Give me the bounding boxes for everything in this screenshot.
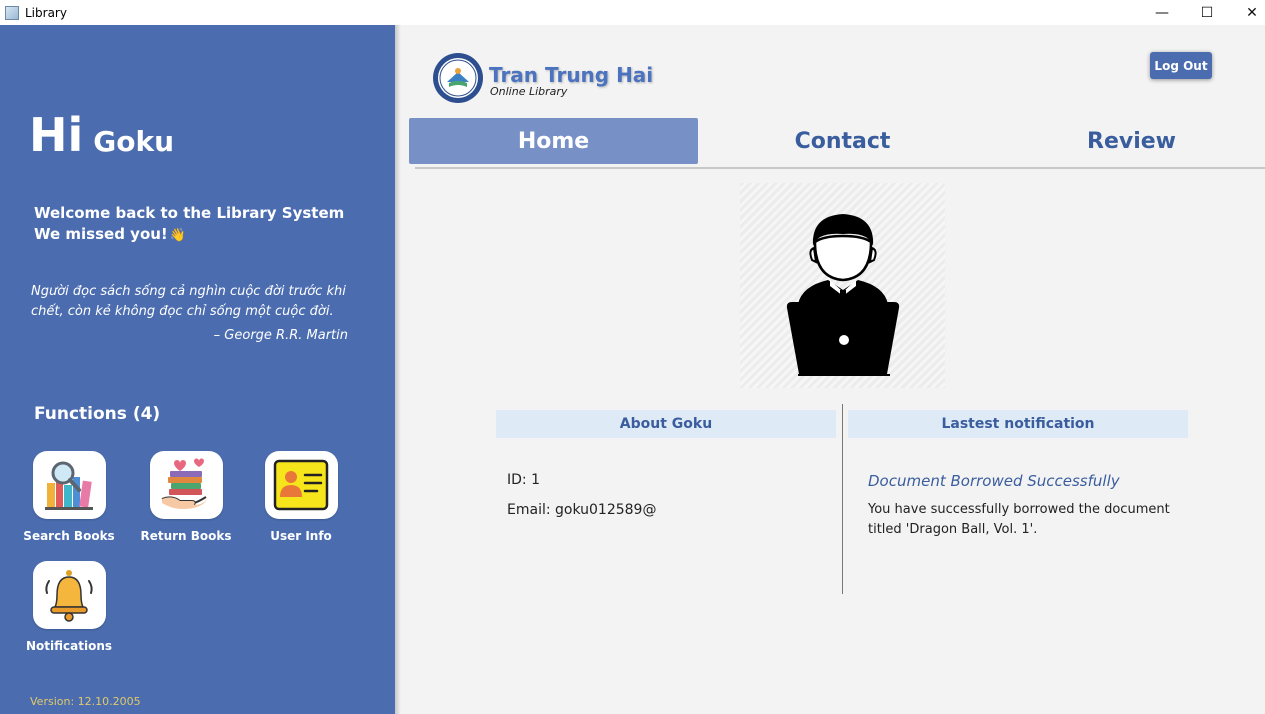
- close-button[interactable]: ✕: [1229, 0, 1265, 25]
- tab-contact[interactable]: Contact: [698, 118, 987, 164]
- function-search-books[interactable]: Search Books: [14, 451, 124, 543]
- version-label: Version: 12.10.2005: [30, 695, 141, 708]
- welcome-line-1: Welcome back to the Library System: [34, 204, 345, 222]
- return-books-label: Return Books: [140, 529, 232, 543]
- app-icon: [5, 5, 19, 20]
- user-avatar: [740, 183, 945, 388]
- brand-subtitle: Online Library: [490, 85, 568, 98]
- quote-text: Người đọc sách sống cả nghìn cuộc đời tr…: [31, 284, 346, 319]
- user-info-icon: [273, 459, 329, 511]
- welcome-message: Welcome back to the Library System We mi…: [34, 203, 344, 246]
- logout-button[interactable]: Log Out: [1150, 52, 1212, 79]
- function-user-info[interactable]: User Info: [246, 451, 356, 543]
- brand-name: Tran Trung Hai: [489, 63, 654, 87]
- greeting: Hi Goku: [29, 108, 174, 162]
- main-content: Tran Trung Hai Online Library Log Out Ho…: [395, 25, 1265, 714]
- notification-panel-title: Lastest notification: [848, 410, 1188, 438]
- user-info-tile[interactable]: [264, 451, 338, 519]
- welcome-line-2-text: We missed you!: [34, 225, 168, 243]
- minimize-button[interactable]: —: [1139, 0, 1185, 25]
- return-books-tile[interactable]: [149, 451, 223, 519]
- tab-review[interactable]: Review: [987, 118, 1265, 164]
- return-books-icon: [161, 458, 208, 509]
- notifications-label: Notifications: [25, 639, 113, 653]
- notification-subject: Document Borrowed Successfully: [868, 472, 1120, 490]
- search-books-tile[interactable]: [32, 451, 106, 519]
- maximize-button[interactable]: ☐: [1184, 0, 1230, 25]
- wave-icon: 👋: [169, 228, 186, 243]
- library-logo: [433, 53, 483, 103]
- bell-icon: [45, 570, 93, 622]
- greeting-hi: Hi: [29, 108, 84, 162]
- app-window: Library — ☐ ✕ Hi Goku Welcome back to th…: [0, 0, 1265, 714]
- search-books-icon: [45, 461, 93, 510]
- panel-divider: [842, 404, 843, 594]
- user-email: Email: goku012589@: [507, 502, 657, 518]
- greeting-user-name: Goku: [93, 125, 175, 158]
- user-at-laptop-icon: [786, 213, 899, 376]
- user-id: ID: 1: [507, 472, 540, 488]
- function-notifications[interactable]: Notifications: [14, 561, 124, 653]
- tab-bar: Home Contact Review: [409, 118, 1265, 164]
- window-title: Library: [25, 5, 67, 20]
- notification-body: You have successfully borrowed the docum…: [868, 502, 1170, 537]
- function-return-books[interactable]: Return Books: [131, 451, 241, 543]
- tab-home[interactable]: Home: [409, 118, 698, 164]
- notifications-tile[interactable]: [32, 561, 106, 629]
- about-panel-title: About Goku: [496, 410, 836, 438]
- welcome-line-2: We missed you! 👋: [34, 224, 344, 246]
- sidebar: Hi Goku Welcome back to the Library Syst…: [0, 25, 401, 714]
- search-books-label: Search Books: [23, 529, 115, 543]
- quote-author: – George R.R. Martin: [213, 328, 348, 343]
- user-info-label: User Info: [270, 529, 332, 543]
- tab-divider: [415, 167, 1265, 169]
- title-bar: Library — ☐ ✕: [0, 0, 1265, 25]
- functions-title: Functions (4): [34, 404, 161, 424]
